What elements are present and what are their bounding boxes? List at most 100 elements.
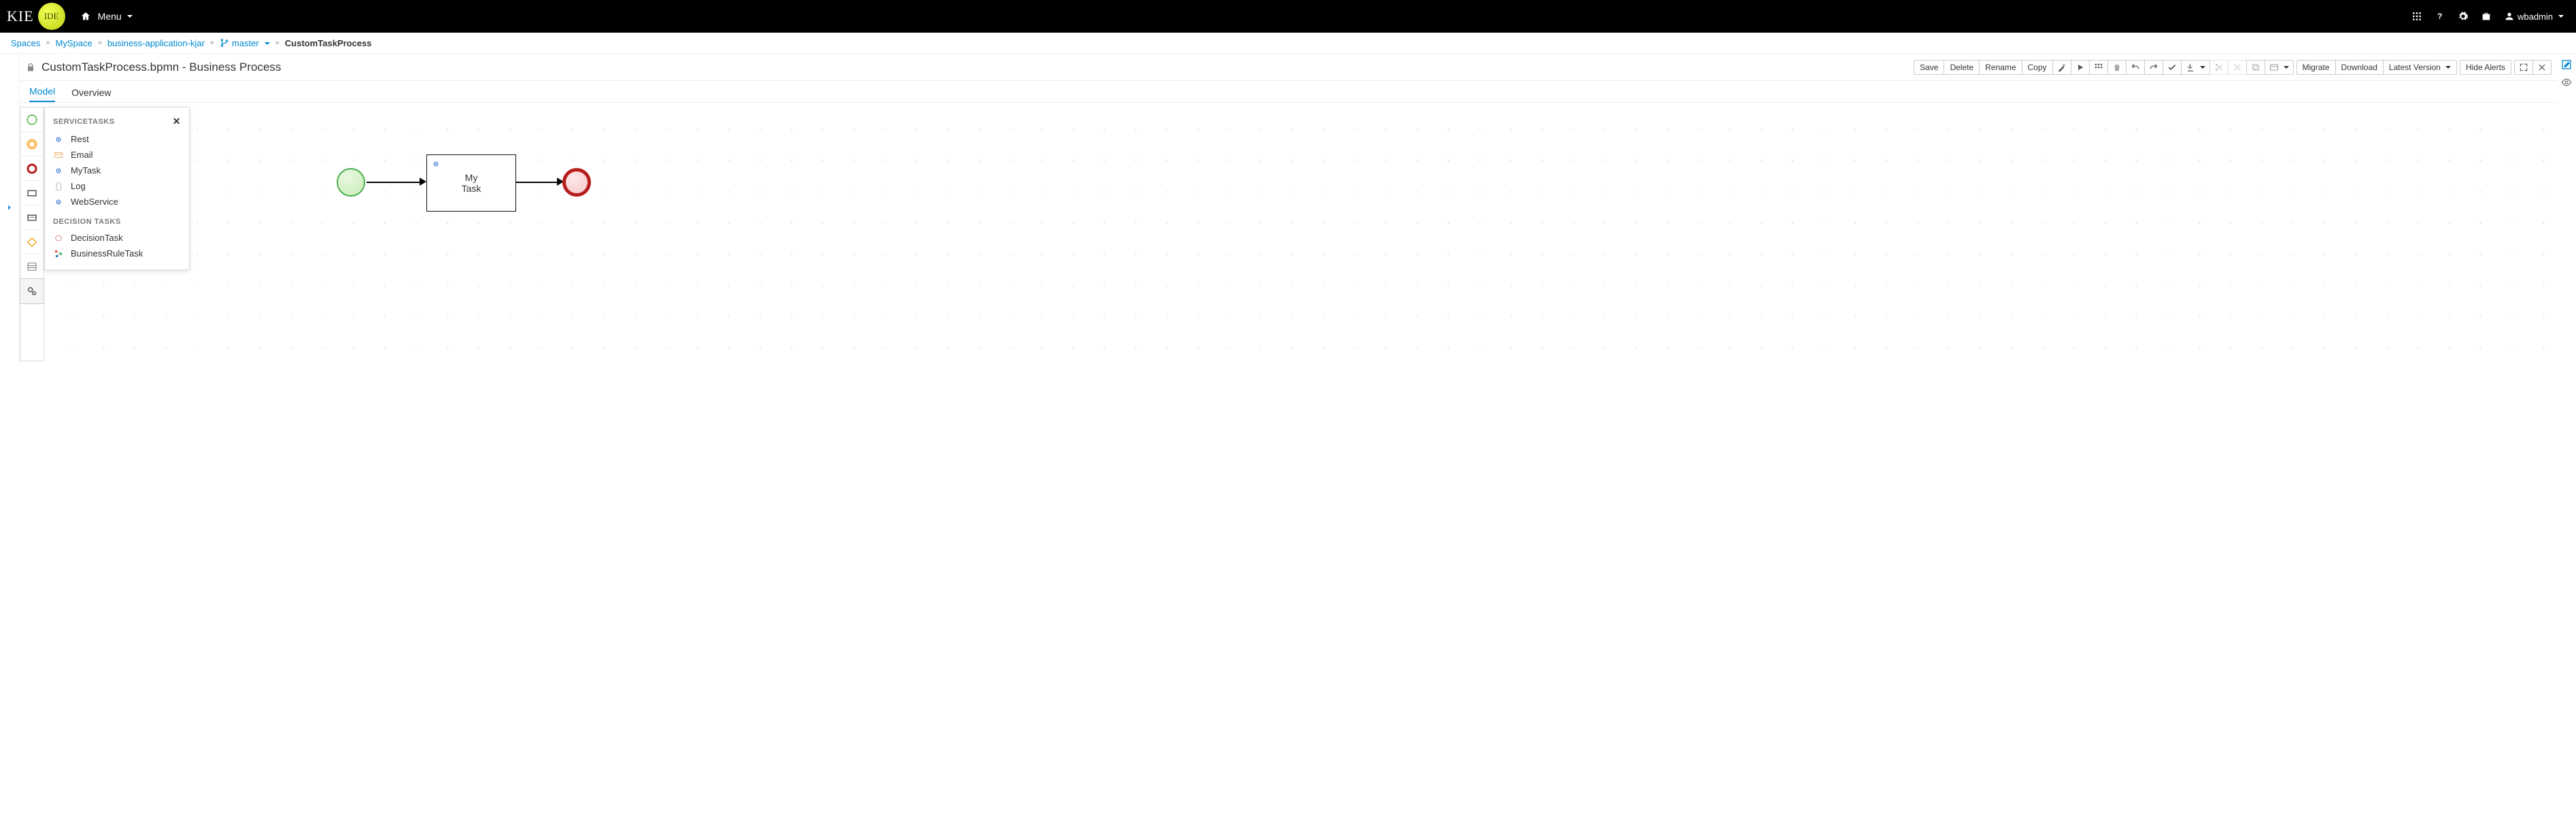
svg-text:?: ?	[2437, 12, 2442, 21]
breadcrumb-spaces[interactable]: Spaces	[11, 38, 40, 48]
grid-button[interactable]	[2089, 60, 2108, 75]
flyout-decision-header: DECISION TASKS	[53, 218, 121, 226]
rename-button[interactable]: Rename	[1979, 60, 2022, 75]
delete-button[interactable]: Delete	[1944, 60, 1980, 75]
trash-button[interactable]	[2107, 60, 2126, 75]
properties-panel-toggle[interactable]	[2561, 59, 2572, 70]
breadcrumb-separator: »	[46, 39, 50, 47]
user-dropdown[interactable]: wbadmin	[2504, 11, 2564, 22]
double-circle-icon	[26, 138, 38, 150]
palette-start-event[interactable]	[20, 107, 44, 132]
grid-icon	[2411, 11, 2422, 22]
palette-lane[interactable]	[20, 254, 44, 279]
close-icon	[2537, 63, 2547, 72]
arrow-head-icon	[420, 178, 426, 186]
cut2-button[interactable]	[2228, 60, 2247, 75]
preview-toggle[interactable]	[2561, 77, 2572, 88]
breadcrumb-space[interactable]: MySpace	[56, 38, 92, 48]
cut-button[interactable]	[2209, 60, 2228, 75]
decision-task-business-rule[interactable]: BusinessRuleTask	[45, 246, 189, 261]
check-button[interactable]	[2163, 60, 2182, 75]
project-explorer-toggle[interactable]	[0, 54, 19, 361]
validate-button[interactable]	[2052, 60, 2071, 75]
bpmn-canvas[interactable]: My Task	[44, 107, 2557, 361]
palette-gateway[interactable]	[20, 230, 44, 254]
sequence-flow[interactable]	[516, 182, 560, 183]
bpmn-task-node[interactable]: My Task	[426, 154, 516, 212]
menu-dropdown[interactable]: Menu	[98, 11, 133, 22]
branch-icon	[220, 38, 229, 48]
settings-button[interactable]	[2458, 11, 2469, 22]
grid-small-icon	[2094, 63, 2103, 72]
run-button[interactable]	[2071, 60, 2090, 75]
service-task-label: WebService	[71, 197, 118, 207]
home-icon	[80, 11, 91, 22]
decision-task-decision[interactable]: DecisionTask	[45, 230, 189, 246]
topbar: KIE IDE Menu ? wbadmin	[0, 0, 2576, 33]
breadcrumb-project[interactable]: business-application-kjar	[107, 38, 205, 48]
editor-row: CustomTaskProcess.bpmn - Business Proces…	[0, 53, 2576, 361]
brand-text: KIE	[7, 7, 34, 25]
mail-icon	[54, 150, 63, 160]
play-icon	[2075, 63, 2085, 72]
chevron-right-icon	[5, 203, 14, 212]
user-icon	[2504, 11, 2515, 22]
flyout-close[interactable]: ✕	[173, 116, 181, 127]
save-button[interactable]: Save	[1914, 60, 1944, 75]
branch-selector[interactable]: master	[220, 38, 270, 48]
close-button[interactable]	[2532, 60, 2552, 75]
home-button[interactable]	[80, 11, 91, 22]
rect-icon	[26, 187, 38, 199]
palette-end-event[interactable]	[20, 156, 44, 181]
service-task-label: Rest	[71, 134, 89, 144]
download-button[interactable]: Download	[2335, 60, 2384, 75]
expand-button[interactable]	[2514, 60, 2533, 75]
breadcrumb-separator: »	[210, 39, 214, 47]
trash-icon	[2112, 63, 2122, 72]
editor-toolbar: Save Delete Rename Copy	[1914, 60, 2552, 75]
download-dropdown[interactable]	[2181, 60, 2210, 75]
admin-button[interactable]	[2481, 11, 2492, 22]
bpmn-start-event[interactable]	[337, 168, 365, 197]
rect-header-icon	[26, 212, 38, 224]
canvas-area: SERVICETASKS ✕ Rest Email MyTask Log Web…	[20, 103, 2557, 361]
redo-button[interactable]	[2144, 60, 2163, 75]
document-icon	[54, 182, 63, 191]
palette-intermediate-event[interactable]	[20, 132, 44, 156]
wand-icon	[2057, 63, 2067, 72]
service-task-log[interactable]: Log	[45, 178, 189, 194]
palette	[20, 107, 44, 361]
tab-model[interactable]: Model	[29, 82, 55, 102]
copy-icon	[2251, 63, 2260, 72]
editor-title: CustomTaskProcess.bpmn - Business Proces…	[25, 61, 281, 74]
tab-overview[interactable]: Overview	[71, 83, 111, 102]
hide-alerts-button[interactable]: Hide Alerts	[2460, 60, 2511, 75]
service-task-email[interactable]: Email	[45, 147, 189, 163]
copy-icon-button[interactable]	[2246, 60, 2265, 75]
palette-service-tasks[interactable]	[20, 279, 44, 303]
migrate-button[interactable]: Migrate	[2297, 60, 2336, 75]
palette-task[interactable]	[20, 181, 44, 205]
palette-flyout: SERVICETASKS ✕ Rest Email MyTask Log Web…	[44, 107, 190, 270]
breadcrumb: Spaces » MySpace » business-application-…	[0, 33, 2576, 53]
apps-button[interactable]	[2411, 11, 2422, 22]
service-task-webservice[interactable]: WebService	[45, 194, 189, 210]
editor-title-text: CustomTaskProcess.bpmn - Business Proces…	[41, 61, 281, 74]
bpmn-end-event[interactable]	[562, 168, 591, 197]
latest-version-dropdown[interactable]: Latest Version	[2383, 60, 2457, 75]
gear-blue-icon	[54, 166, 63, 176]
service-task-mytask[interactable]: MyTask	[45, 163, 189, 178]
copy-button[interactable]: Copy	[2022, 60, 2053, 75]
breadcrumb-separator: »	[275, 39, 279, 47]
circle-green-icon	[26, 114, 38, 126]
redo-icon	[2149, 63, 2158, 72]
help-button[interactable]: ?	[2435, 11, 2445, 22]
service-task-rest[interactable]: Rest	[45, 131, 189, 147]
palette-subprocess[interactable]	[20, 205, 44, 230]
lock-icon	[25, 62, 36, 73]
breadcrumb-asset: CustomTaskProcess	[285, 38, 372, 48]
download-icon	[2186, 63, 2195, 72]
view-dropdown[interactable]	[2265, 60, 2294, 75]
undo-button[interactable]	[2126, 60, 2145, 75]
sequence-flow[interactable]	[367, 182, 422, 183]
